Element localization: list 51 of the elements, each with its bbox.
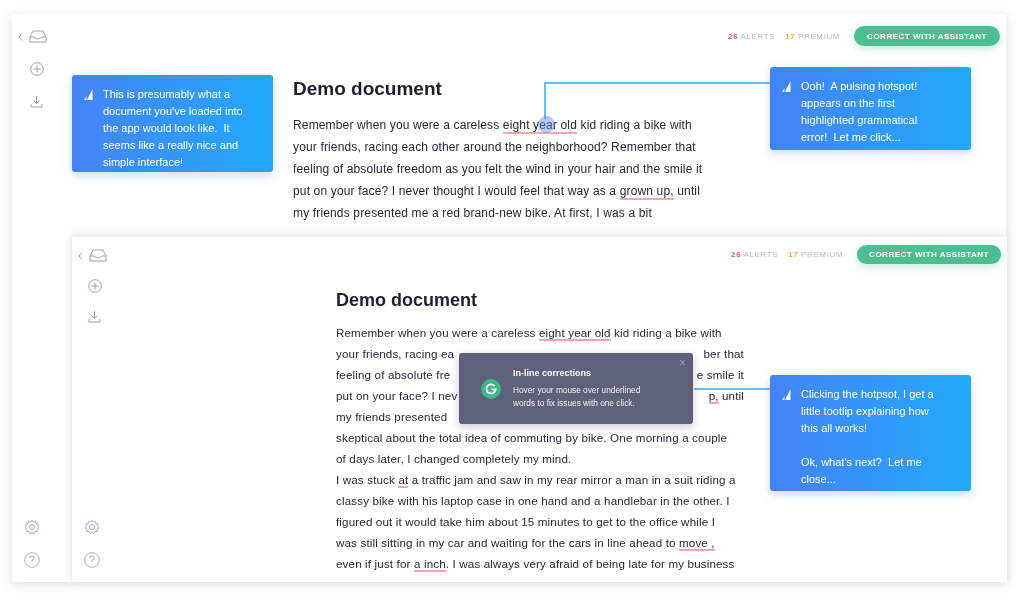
text-line: put on your face? I never thought I would feel that way as a grown up, until	[293, 183, 701, 202]
logo-icon	[481, 378, 501, 399]
annotation-text: This is presumably what a document you've loaded into the app would look like. It seems like a really nice and simple interface!	[103, 87, 244, 170]
inbox-icon[interactable]	[29, 30, 47, 43]
text-line: Remember when you were a careless eight year old kid riding a bike with	[293, 117, 693, 136]
text-line: ber that	[703, 346, 744, 362]
inbox-icon[interactable]	[89, 249, 107, 262]
premium-count: 17 PREMIUM	[788, 250, 844, 259]
close-button[interactable]: ×	[677, 356, 688, 370]
correct-with-assistant-button[interactable]: CORRECT WITH ASSISTANT	[854, 26, 1000, 46]
text-line: feeling of absolute freedom as you felt the wind in your hair and the smile it	[293, 161, 704, 178]
text-line: p, until	[708, 388, 744, 406]
text-line: put on your face? I nev	[336, 388, 458, 404]
text-line: I was stuck at a traffic jam and saw in my rear mirror a man in a suit riding a	[336, 472, 737, 490]
help-icon[interactable]	[24, 552, 40, 568]
annotation-text: Clicking the hotpsot, I get a little tootlip explaining how this all works!	[801, 387, 935, 436]
text-line: was still sitting in my car and waiting for the cars in line ahead to move ,	[336, 535, 716, 553]
document-title: Demo document	[293, 77, 442, 101]
premium-count: 17 PREMIUM	[785, 31, 841, 41]
text-line: my friends presented	[336, 409, 449, 425]
download-icon[interactable]	[30, 95, 43, 108]
sail-icon	[782, 389, 791, 400]
help-icon[interactable]	[84, 552, 100, 568]
add-icon[interactable]	[88, 279, 102, 293]
text-line: skeptical about the total idea of commuting by bike. One morning a couple	[336, 430, 729, 446]
sail-icon	[782, 81, 791, 92]
text-line: your friends, racing each other around the neighborhood? Remember that	[293, 139, 697, 156]
alerts-count: 26 ALERTS	[728, 31, 776, 41]
alerts-count: 26 ALERTS	[731, 250, 779, 259]
settings-icon[interactable]	[84, 519, 100, 535]
text-line: even if just for a inch. I was always very afraid of being late for my business	[336, 556, 736, 574]
text-line: feeling of absolute fre	[336, 367, 451, 383]
tooltip-title: In-line corrections	[513, 367, 593, 378]
tooltip-text: Hover your mouse over underlined words to fix issues with one click.	[513, 383, 642, 410]
text-line: e smile it	[696, 367, 744, 383]
text-line: of days later, I changed completely my mind.	[336, 451, 573, 467]
sail-icon	[84, 89, 93, 100]
document-title: Demo document	[336, 289, 477, 312]
text-line: classy bike with his laptop case in one hand and a handlebar in the other. I	[336, 493, 731, 509]
text-line: figured out it would take him about 15 minutes to get to the office while I	[336, 514, 717, 530]
settings-icon[interactable]	[24, 519, 40, 535]
download-icon[interactable]	[88, 310, 101, 323]
text-line: my friends presented me a red brand-new bike. At first, I was a bit	[293, 205, 653, 222]
correct-with-assistant-button[interactable]: CORRECT WITH ASSISTANT	[857, 245, 1001, 264]
text-line: your friends, racing ea	[336, 346, 455, 362]
text-line: Remember when you were a careless eight year old kid riding a bike with	[336, 325, 723, 343]
annotation-text: Ooh! A pulsing hotspot! appears on the first highlighted grammatical error! Let me click...	[801, 79, 919, 145]
annotation-text: Ok, what's next? Let me close...	[801, 455, 923, 487]
back-chevron-icon[interactable]	[18, 32, 23, 41]
add-icon[interactable]	[30, 62, 44, 76]
back-chevron-icon[interactable]	[78, 251, 83, 260]
